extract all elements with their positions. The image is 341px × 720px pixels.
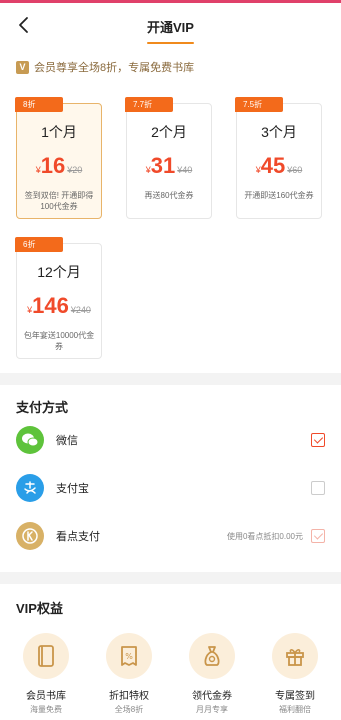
header-bar: 开通VIP [0, 3, 341, 49]
plan-duration: 12个月 [37, 264, 81, 280]
plan-description: 开通即送160代金券 [244, 191, 314, 200]
plan-description: 包年宴送10000代金券 [23, 331, 95, 351]
plan-duration: 2个月 [151, 124, 187, 140]
plan-duration: 1个月 [41, 124, 77, 140]
plan-card-12-months[interactable]: 6折 12个月 ¥146 ¥240 包年宴送10000代金券 [15, 237, 102, 359]
section-divider [0, 373, 341, 385]
benefit-subtitle: 海量免费 [30, 705, 62, 714]
plan-card-2-months[interactable]: 7.7折 2个月 ¥31 ¥40 再送80代金券 [125, 97, 212, 219]
price-amount: 31 [150, 153, 176, 178]
book-library-icon [23, 633, 69, 679]
back-arrow-icon[interactable] [14, 14, 36, 36]
vip-badge-icon: V [16, 60, 29, 74]
section-divider [0, 572, 341, 584]
benefit-item[interactable]: % 折扣特权 全场8折 [99, 633, 159, 715]
member-notice: V 会员尊享全场8折，专属免费书库 [16, 59, 325, 75]
plan-price: ¥45 ¥60 [237, 153, 321, 180]
vip-plans-section: V 会员尊享全场8折，专属免费书库 8折 1个月 ¥16 ¥20 签到双倍! 开通… [0, 49, 341, 373]
wechat-icon [16, 426, 44, 454]
plan-price: ¥31 ¥40 [127, 153, 211, 180]
plan-description: 再送80代金券 [144, 191, 194, 200]
vip-benefits-section: VIP权益 会员书库 海量免费 % 折扣特权 全场8折 领代金券 月月专享 专属… [0, 584, 341, 720]
benefit-item[interactable]: 领代金券 月月专享 [182, 633, 242, 715]
discount-tag: 7.7折 [125, 97, 173, 112]
benefit-list: 会员书库 海量免费 % 折扣特权 全场8折 领代金券 月月专享 专属签到 福利翻… [16, 633, 325, 715]
discount-tag: 7.5折 [235, 97, 283, 112]
benefit-subtitle: 月月专享 [196, 705, 228, 714]
payment-option-wechat[interactable]: 微信 [16, 416, 325, 464]
kandian-deduction-note: 使用0看点抵扣0.00元 [226, 531, 303, 541]
benefit-subtitle: 福利翻倍 [279, 705, 311, 714]
price-amount: 45 [260, 153, 286, 178]
original-price: ¥240 [70, 305, 91, 315]
alipay-checkbox[interactable] [311, 481, 325, 495]
original-price: ¥20 [67, 165, 83, 175]
plan-price: ¥146 ¥240 [17, 293, 101, 320]
wechat-checkbox[interactable] [311, 433, 325, 447]
payment-section: 支付方式 微信 支付宝 看点支付 使用0看点抵扣0.00元 [0, 385, 341, 572]
payment-option-kandian[interactable]: 看点支付 使用0看点抵扣0.00元 [16, 512, 325, 560]
kandian-coin-icon [16, 522, 44, 550]
plan-card-3-months[interactable]: 7.5折 3个月 ¥45 ¥60 开通即送160代金券 [235, 97, 322, 219]
alipay-icon [16, 474, 44, 502]
benefit-name: 领代金券 [192, 691, 232, 702]
benefits-title: VIP权益 [16, 601, 63, 616]
discount-tag: 8折 [15, 97, 63, 112]
gift-icon [272, 633, 318, 679]
plan-description: 签到双倍! 开通即得100代金券 [24, 191, 94, 211]
plan-price: ¥16 ¥20 [17, 153, 101, 180]
original-price: ¥60 [287, 165, 303, 175]
payment-title: 支付方式 [16, 400, 69, 415]
payment-option-alipay[interactable]: 支付宝 [16, 464, 325, 512]
svg-text:%: % [125, 652, 133, 661]
kandian-checkbox[interactable] [311, 529, 325, 543]
notice-text: 会员尊享全场8折，专属免费书库 [34, 62, 195, 74]
benefit-item[interactable]: 专属签到 福利翻倍 [265, 633, 325, 715]
plan-card-1-month[interactable]: 8折 1个月 ¥16 ¥20 签到双倍! 开通即得100代金券 [15, 97, 102, 219]
benefit-item[interactable]: 会员书库 海量免费 [16, 633, 76, 715]
page-title: 开通VIP [147, 17, 194, 44]
discount-coupon-icon: % [106, 633, 152, 679]
payment-label: 微信 [56, 435, 78, 447]
price-amount: 146 [32, 293, 69, 318]
benefit-name: 会员书库 [26, 691, 66, 702]
price-amount: 16 [40, 153, 66, 178]
payment-label: 支付宝 [56, 483, 89, 495]
plan-list: 8折 1个月 ¥16 ¥20 签到双倍! 开通即得100代金券 7.7折 2个月 … [15, 97, 325, 359]
benefit-subtitle: 全场8折 [114, 705, 144, 714]
voucher-bag-icon [189, 633, 235, 679]
payment-label: 看点支付 [56, 531, 100, 543]
original-price: ¥40 [177, 165, 193, 175]
discount-tag: 6折 [15, 237, 63, 252]
plan-duration: 3个月 [261, 124, 297, 140]
benefit-name: 折扣特权 [109, 691, 149, 702]
benefit-name: 专属签到 [275, 691, 315, 702]
